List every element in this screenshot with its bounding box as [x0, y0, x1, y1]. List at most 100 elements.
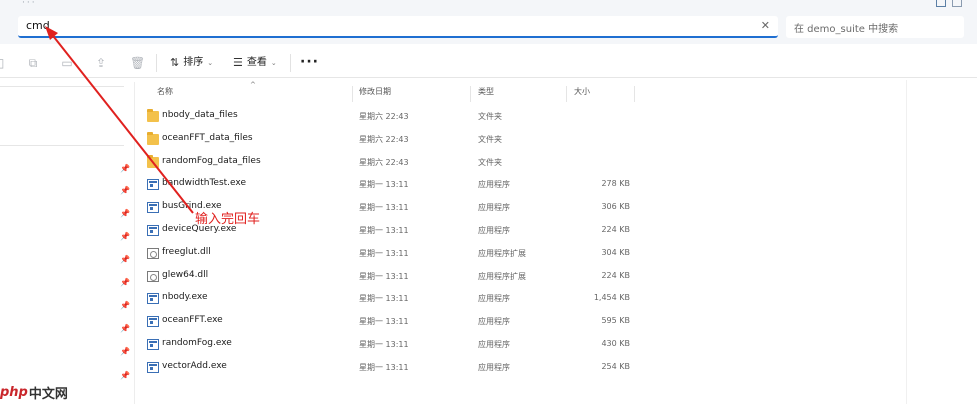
- file-type: 文件夹: [478, 157, 502, 167]
- folder-icon: [147, 109, 159, 122]
- pin-icon[interactable]: 📌: [120, 255, 130, 265]
- file-name: glew64.dll: [162, 269, 209, 280]
- dll-icon: [147, 270, 159, 282]
- file-row[interactable]: bandwidthTest.exe 星期一 13:11 应用程序 278 KB: [140, 174, 900, 196]
- file-size: 254 KB: [601, 361, 630, 371]
- file-type: 应用程序: [478, 340, 510, 349]
- file-size: 595 KB: [601, 316, 630, 326]
- search-input[interactable]: 在 demo_suite 中搜索: [786, 16, 964, 38]
- file-name: randomFog_data_files: [162, 155, 261, 166]
- pin-icon[interactable]: 📌: [120, 232, 130, 242]
- file-type: 应用程序: [478, 362, 510, 372]
- file-date: 星期一 13:11: [359, 271, 409, 281]
- column-header-date[interactable]: 修改日期: [359, 86, 391, 102]
- file-name: nbody.exe: [162, 292, 208, 303]
- watermark-text: 中文网: [28, 386, 68, 402]
- view-label: 查看: [246, 57, 267, 68]
- file-size: 224 KB: [601, 225, 630, 234]
- file-date: 星期六 22:43: [359, 157, 409, 167]
- sort-button[interactable]: ⇅ 排序 ⌄: [170, 56, 213, 70]
- pin-icon[interactable]: 📌: [120, 209, 130, 219]
- file-row[interactable]: vectorAdd.exe 星期一 13:11 应用程序 254 KB: [140, 357, 900, 379]
- paste-icon[interactable]: ▭: [60, 56, 74, 70]
- file-row[interactable]: nbody.exe 星期一 13:11 应用程序 1,454 KB: [140, 288, 900, 310]
- search-placeholder: 在 demo_suite 中搜索: [794, 24, 899, 35]
- column-divider[interactable]: [470, 86, 471, 102]
- file-date: 星期六 22:43: [359, 112, 409, 121]
- file-name: freeglut.dll: [162, 246, 211, 257]
- column-divider[interactable]: [352, 86, 353, 102]
- column-header-size[interactable]: 大小: [574, 86, 590, 102]
- file-row[interactable]: freeglut.dll 星期一 13:11 应用程序扩展 304 KB: [140, 243, 900, 265]
- address-input-value[interactable]: cmd: [26, 19, 50, 32]
- file-date: 星期一 13:11: [359, 248, 409, 258]
- file-size: 278 KB: [601, 179, 630, 189]
- file-row[interactable]: randomFog_data_files 星期六 22:43 文件夹: [140, 152, 900, 174]
- file-type: 文件夹: [478, 112, 502, 121]
- file-type: 应用程序: [478, 226, 510, 235]
- pin-icon[interactable]: 📌: [120, 371, 130, 381]
- cut-icon[interactable]: ▯: [0, 56, 8, 70]
- file-row[interactable]: oceanFFT_data_files 星期六 22:43 文件夹: [140, 129, 900, 151]
- file-date: 星期一 13:11: [359, 317, 409, 327]
- file-type: 应用程序扩展: [478, 248, 526, 258]
- exe-icon: [147, 293, 159, 305]
- file-date: 星期一 13:11: [359, 180, 409, 190]
- column-header-name[interactable]: 名称: [157, 86, 173, 102]
- folder-icon: [147, 131, 159, 145]
- exe-icon: [147, 361, 159, 373]
- sort-icon: ⇅: [170, 56, 180, 69]
- minimize-icon[interactable]: [952, 0, 962, 7]
- file-type: 应用程序: [478, 180, 510, 190]
- address-bar-area: cmd ✕ 在 demo_suite 中搜索: [0, 12, 977, 44]
- file-name: randomFog.exe: [162, 338, 232, 348]
- pin-icon[interactable]: 📌: [120, 347, 130, 357]
- column-divider[interactable]: [634, 86, 635, 102]
- close-icon[interactable]: ✕: [761, 19, 770, 32]
- file-name: bandwidthTest.exe: [162, 178, 247, 189]
- pin-icon[interactable]: 📌: [120, 278, 130, 288]
- view-button[interactable]: ☰ 查看 ⌄: [233, 56, 277, 70]
- pin-icon[interactable]: 📌: [120, 301, 130, 311]
- address-input[interactable]: cmd ✕: [18, 16, 778, 38]
- pane-divider: [134, 82, 135, 404]
- file-name: nbody_data_files: [162, 110, 238, 120]
- chevron-down-icon: ⌄: [207, 59, 214, 67]
- file-date: 星期一 13:11: [359, 362, 409, 372]
- column-header-type[interactable]: 类型: [478, 86, 494, 102]
- file-size: 306 KB: [601, 202, 630, 212]
- more-options-button[interactable]: ···: [300, 54, 319, 70]
- copy-icon[interactable]: ⧉: [26, 56, 40, 70]
- file-size: 430 KB: [601, 339, 630, 348]
- file-size: 224 KB: [601, 270, 630, 280]
- column-divider[interactable]: [566, 86, 567, 102]
- annotation-label: 输入完回车: [195, 212, 261, 227]
- file-row[interactable]: glew64.dll 星期一 13:11 应用程序扩展 224 KB: [140, 266, 900, 288]
- file-row[interactable]: randomFog.exe 星期一 13:11 应用程序 430 KB: [140, 334, 900, 356]
- pin-icon[interactable]: 📌: [120, 164, 130, 174]
- restore-icon[interactable]: [936, 0, 946, 7]
- file-date: 星期一 13:11: [359, 203, 409, 213]
- scrollbar-track[interactable]: [906, 80, 907, 404]
- file-name: oceanFFT_data_files: [162, 132, 253, 143]
- nav-divider: [0, 145, 124, 146]
- pin-icon[interactable]: 📌: [120, 324, 130, 334]
- file-row[interactable]: nbody_data_files 星期六 22:43 文件夹: [140, 106, 900, 128]
- file-type: 应用程序: [478, 294, 510, 304]
- delete-icon[interactable]: 🗑: [130, 56, 145, 70]
- file-type: 应用程序: [478, 203, 510, 213]
- watermark: php 中文网: [0, 382, 68, 402]
- exe-icon: [147, 339, 159, 350]
- dll-icon: [147, 247, 159, 259]
- watermark-logo: php: [0, 384, 28, 400]
- file-row[interactable]: oceanFFT.exe 星期一 13:11 应用程序 595 KB: [140, 311, 900, 333]
- pin-icon[interactable]: 📌: [120, 186, 130, 196]
- file-name: vectorAdd.exe: [162, 360, 227, 371]
- folder-icon: [147, 154, 159, 168]
- more-icon[interactable]: ···: [22, 0, 37, 8]
- file-type: 应用程序: [478, 317, 510, 327]
- share-icon[interactable]: ⇪: [94, 56, 108, 70]
- file-size: 1,454 KB: [593, 293, 630, 303]
- exe-icon: [147, 179, 159, 191]
- nav-divider: [0, 86, 124, 87]
